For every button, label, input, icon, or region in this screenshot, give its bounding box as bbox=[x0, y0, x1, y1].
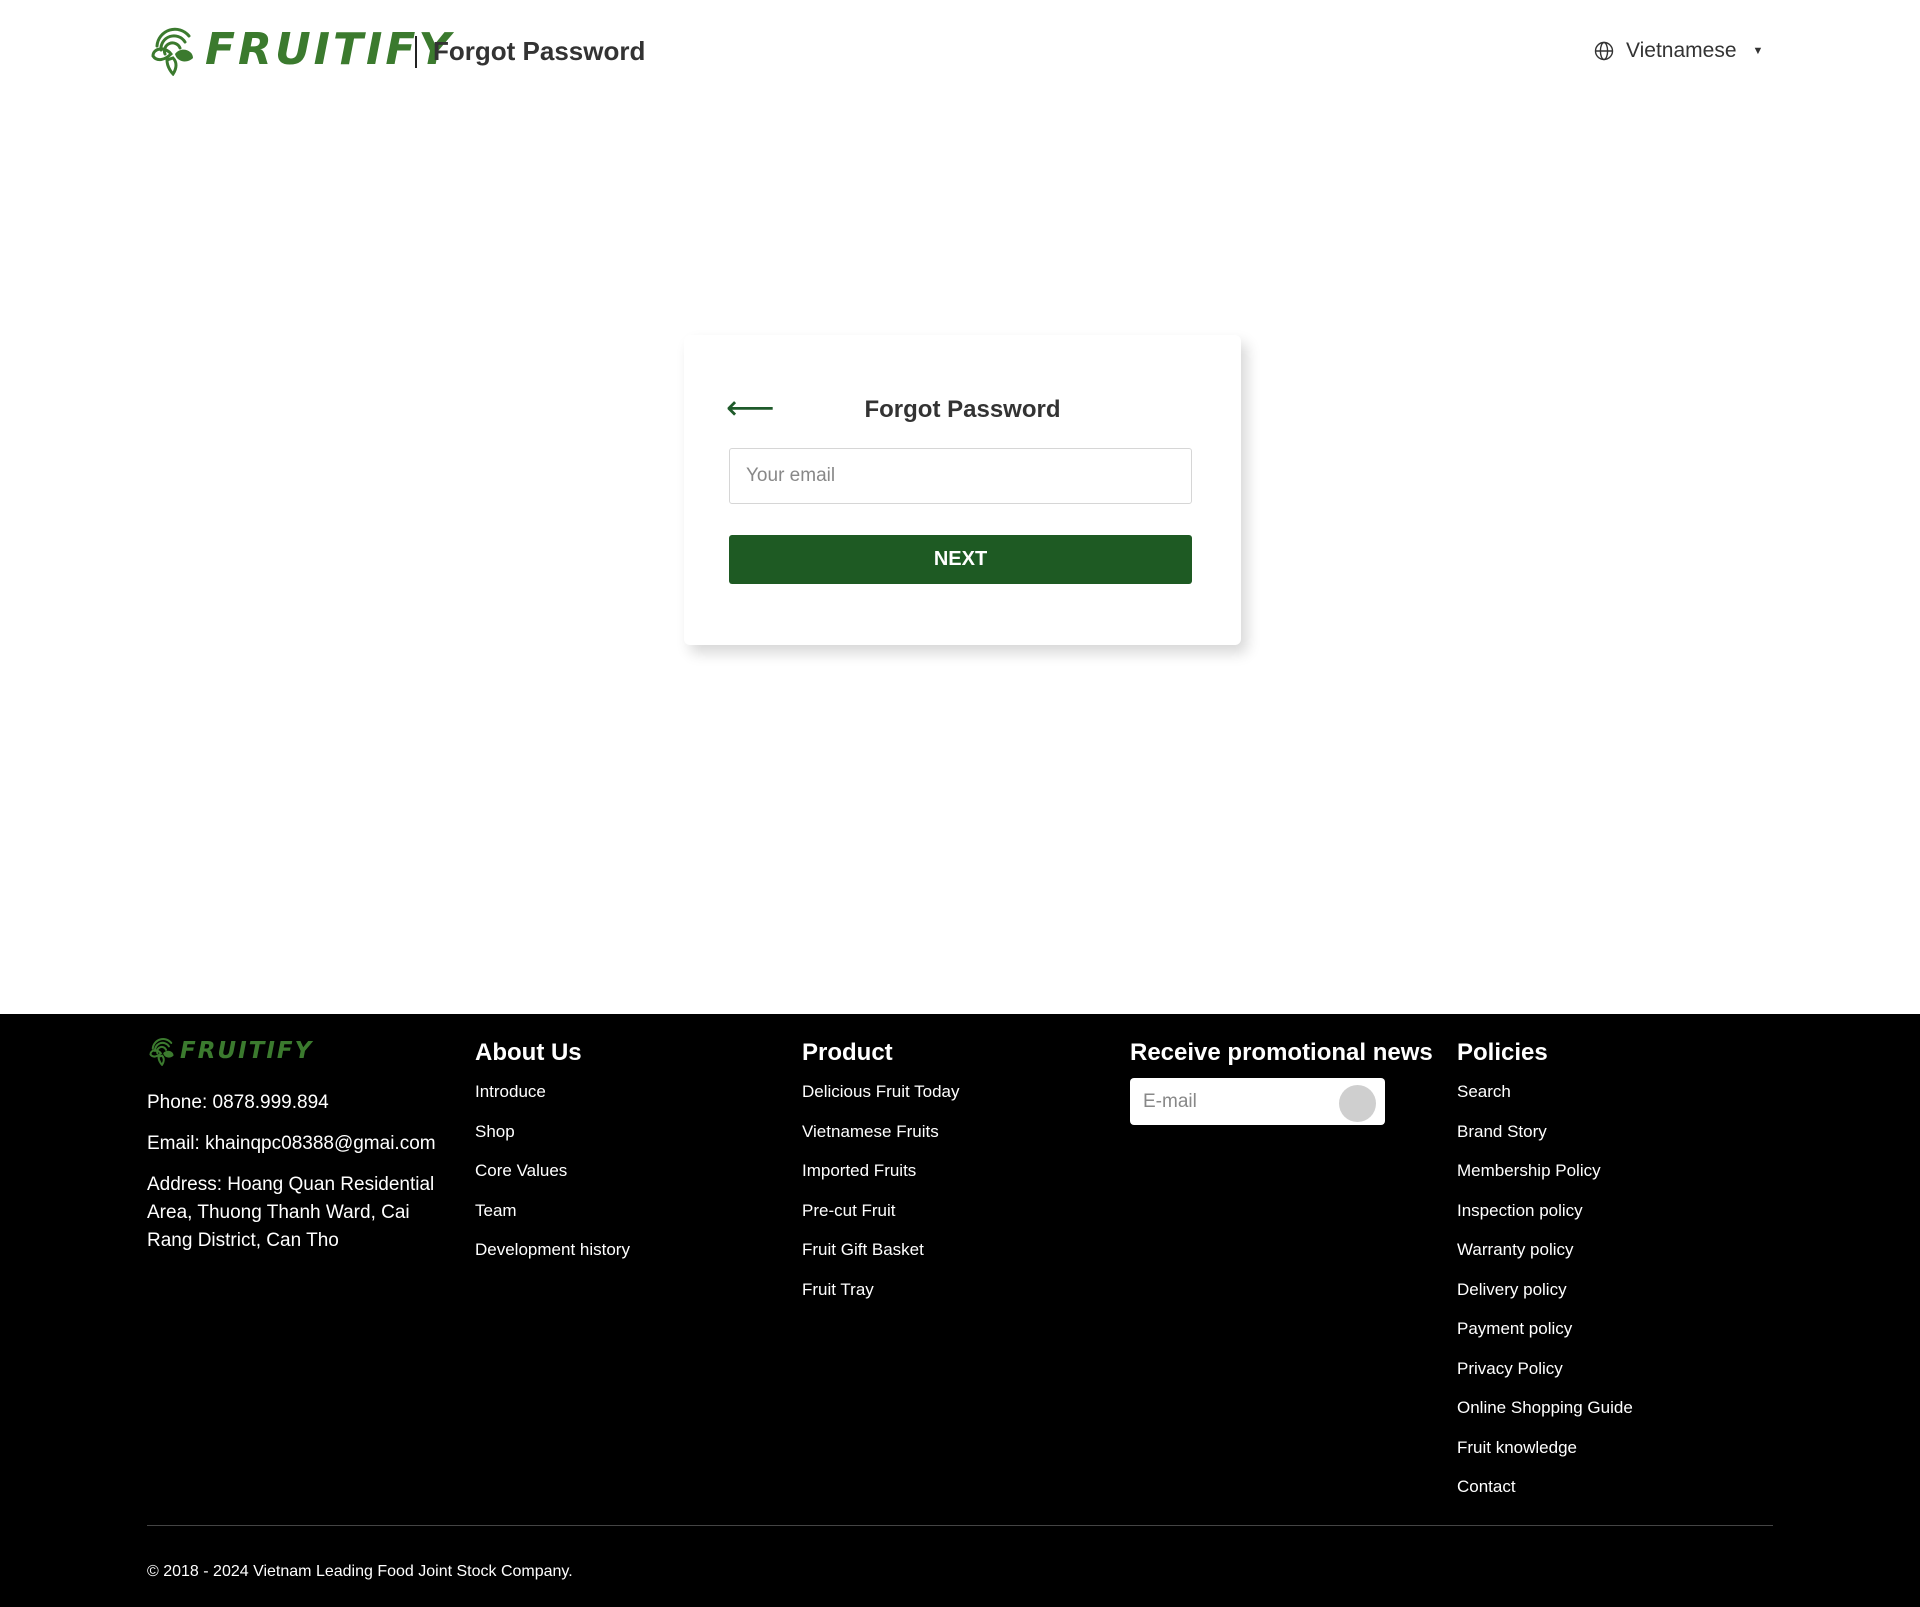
footer-phone: Phone: 0878.999.894 bbox=[147, 1092, 329, 1113]
footer-product-links: Delicious Fruit Today Vietnamese Fruits … bbox=[802, 1081, 959, 1318]
leaf-logo-icon bbox=[151, 27, 193, 76]
footer-brand-wordmark: FRUITIFY bbox=[180, 1038, 314, 1064]
footer-link-search[interactable]: Search bbox=[1457, 1081, 1633, 1121]
footer-link-shop[interactable]: Shop bbox=[475, 1121, 630, 1161]
footer-divider bbox=[147, 1525, 1773, 1526]
site-footer: FRUITIFY Phone: 0878.999.894 Email: khai… bbox=[0, 1014, 1920, 1607]
card-title: Forgot Password bbox=[864, 396, 1061, 423]
footer-link-delivery-policy[interactable]: Delivery policy bbox=[1457, 1279, 1633, 1319]
next-button[interactable]: NEXT bbox=[729, 535, 1192, 584]
footer-policies-links: Search Brand Story Membership Policy Ins… bbox=[1457, 1081, 1633, 1516]
footer-link-development-history[interactable]: Development history bbox=[475, 1239, 630, 1279]
footer-about-heading: About Us bbox=[475, 1039, 582, 1066]
footer-link-introduce[interactable]: Introduce bbox=[475, 1081, 630, 1121]
footer-brand-logo[interactable]: FRUITIFY bbox=[147, 1036, 313, 1066]
footer-link-delicious-fruit-today[interactable]: Delicious Fruit Today bbox=[802, 1081, 959, 1121]
footer-link-contact[interactable]: Contact bbox=[1457, 1476, 1633, 1516]
caret-down-icon: ▼ bbox=[1752, 45, 1764, 57]
footer-link-fruit-knowledge[interactable]: Fruit knowledge bbox=[1457, 1437, 1633, 1477]
forgot-password-card: ⟵ Forgot Password NEXT bbox=[684, 335, 1241, 645]
copyright-text: © 2018 - 2024 Vietnam Leading Food Joint… bbox=[147, 1563, 573, 1580]
leaf-logo-icon bbox=[149, 1038, 174, 1066]
email-input[interactable] bbox=[729, 448, 1192, 504]
promo-subscribe-form bbox=[1130, 1078, 1385, 1125]
header-divider bbox=[415, 36, 417, 68]
language-label: Vietnamese bbox=[1626, 39, 1737, 62]
site-header: FRUITIFY Forgot Password Vietnamese ▼ bbox=[0, 0, 1920, 100]
footer-link-vietnamese-fruits[interactable]: Vietnamese Fruits bbox=[802, 1121, 959, 1161]
footer-product-heading: Product bbox=[802, 1039, 893, 1066]
footer-link-fruit-gift-basket[interactable]: Fruit Gift Basket bbox=[802, 1239, 959, 1279]
globe-icon bbox=[1594, 41, 1614, 61]
footer-link-pre-cut-fruit[interactable]: Pre-cut Fruit bbox=[802, 1200, 959, 1240]
footer-link-brand-story[interactable]: Brand Story bbox=[1457, 1121, 1633, 1161]
brand-logo[interactable]: FRUITIFY bbox=[147, 22, 453, 78]
footer-email: Email: khainqpc08388@gmai.com bbox=[147, 1133, 436, 1154]
footer-link-imported-fruits[interactable]: Imported Fruits bbox=[802, 1160, 959, 1200]
footer-link-core-values[interactable]: Core Values bbox=[475, 1160, 630, 1200]
footer-link-online-shopping-guide[interactable]: Online Shopping Guide bbox=[1457, 1397, 1633, 1437]
footer-link-inspection-policy[interactable]: Inspection policy bbox=[1457, 1200, 1633, 1240]
footer-link-team[interactable]: Team bbox=[475, 1200, 630, 1240]
footer-promo-heading: Receive promotional news bbox=[1130, 1039, 1433, 1066]
language-selector[interactable]: Vietnamese ▼ bbox=[1594, 36, 1763, 66]
promo-submit-button[interactable] bbox=[1339, 1085, 1376, 1122]
footer-link-membership-policy[interactable]: Membership Policy bbox=[1457, 1160, 1633, 1200]
promo-email-input[interactable] bbox=[1130, 1078, 1340, 1125]
footer-policies-heading: Policies bbox=[1457, 1039, 1548, 1066]
footer-address: Address: Hoang Quan Residential Area, Th… bbox=[147, 1174, 435, 1251]
footer-link-warranty-policy[interactable]: Warranty policy bbox=[1457, 1239, 1633, 1279]
footer-about-links: Introduce Shop Core Values Team Developm… bbox=[475, 1081, 630, 1279]
footer-link-fruit-tray[interactable]: Fruit Tray bbox=[802, 1279, 959, 1319]
footer-link-payment-policy[interactable]: Payment policy bbox=[1457, 1318, 1633, 1358]
footer-link-privacy-policy[interactable]: Privacy Policy bbox=[1457, 1358, 1633, 1398]
page-title: Forgot Password bbox=[433, 36, 646, 66]
